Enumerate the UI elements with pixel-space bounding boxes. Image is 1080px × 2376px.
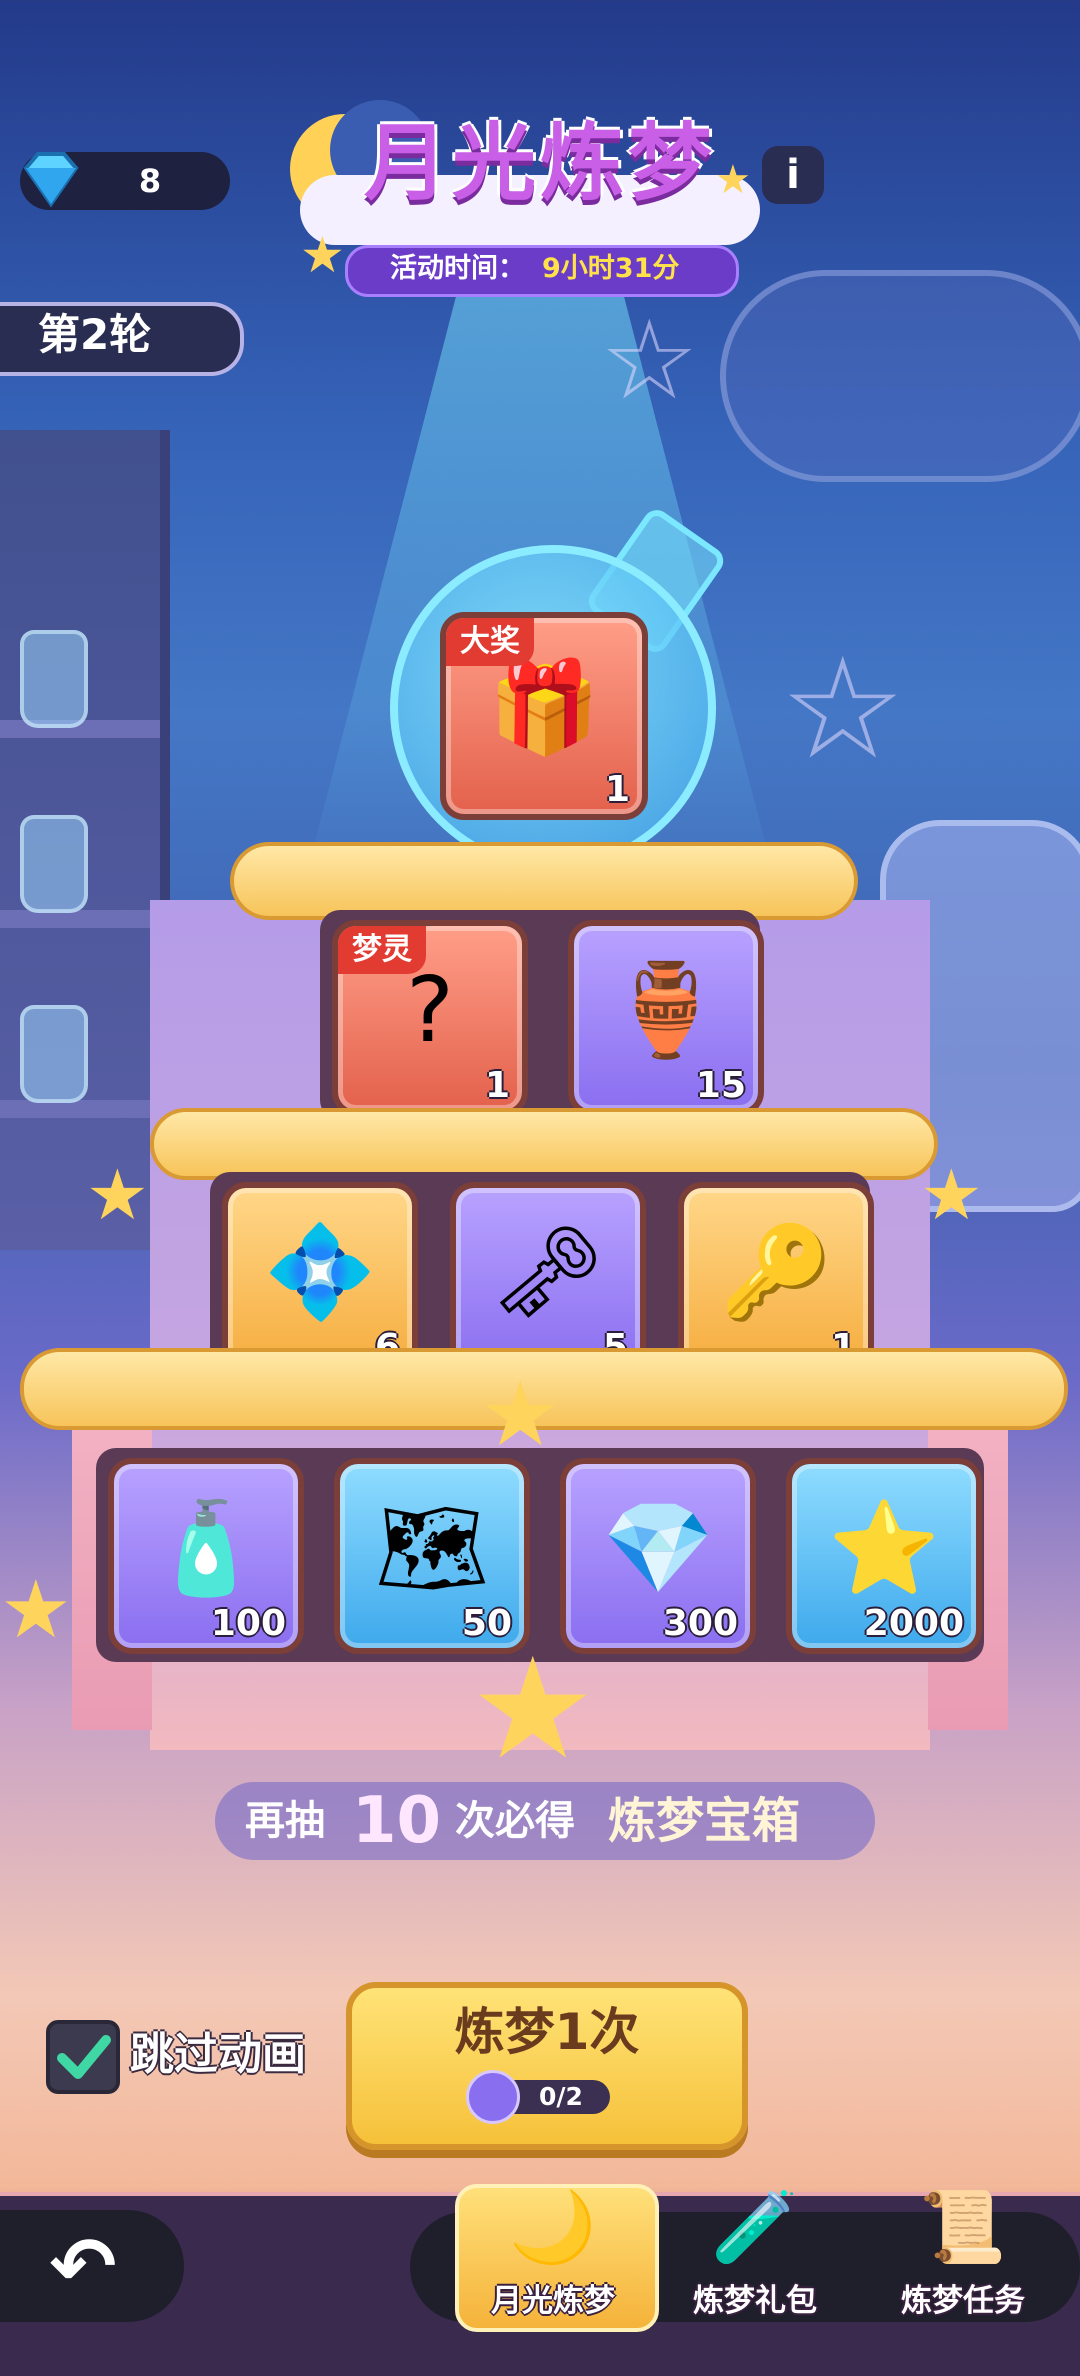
tier-4-row: 🧴 100 🗺 50 💎 300 ⭐ 2000 — [108, 1458, 982, 1654]
diamond-icon — [23, 152, 79, 208]
reward-card[interactable]: 🗺 50 — [334, 1458, 530, 1654]
jar-icon — [20, 1005, 88, 1103]
star-icon: ★ — [300, 226, 345, 284]
tier-2-row: ? 梦灵 1 🏺 15 — [332, 920, 764, 1116]
jar-icon — [20, 815, 88, 913]
round-label: 第2轮 — [38, 310, 152, 359]
time-remaining: 9小时31分 — [542, 253, 680, 284]
shelf-board — [0, 910, 160, 928]
shrine-roof — [150, 1108, 938, 1180]
mystery-box-icon: ? — [406, 957, 454, 1063]
gem-count: 8 — [138, 162, 162, 200]
reward-card[interactable]: ? 梦灵 1 — [332, 920, 528, 1116]
jar-icon — [20, 630, 88, 728]
card-badge: 梦灵 — [338, 926, 426, 974]
purple-key-icon: 🗝 — [490, 1219, 606, 1325]
potion-gift-icon: 🧪 — [711, 2186, 799, 2268]
big-star-icon: ★ — [470, 1628, 596, 1791]
decor-star-icon: ★ — [920, 1154, 983, 1236]
rainbow-bottle-icon: 🧴 — [149, 1495, 263, 1601]
roof-star-icon: ★ — [480, 1362, 561, 1467]
item-qty: 100 — [210, 1603, 286, 1644]
map-icon: 🗺 — [374, 1495, 490, 1601]
spirit-pot-icon: 🏺 — [609, 957, 723, 1063]
gold-coin-icon: ⭐ — [827, 1495, 941, 1601]
item-qty: 15 — [695, 1065, 746, 1106]
guarantee-prefix: 再抽 — [245, 1798, 325, 1844]
reward-card[interactable]: ⭐ 2000 — [786, 1458, 982, 1654]
decor-star-outline-icon: ☆ — [780, 628, 906, 791]
tier-3-row: 💠6🗝5🔑1 — [222, 1182, 874, 1378]
tab-label: 炼梦任务 — [901, 2283, 1025, 2319]
moon-machine-icon: 🌙 — [509, 2186, 597, 2268]
green-crystal-icon: 💎 — [601, 1495, 715, 1601]
info-button[interactable]: i — [762, 146, 824, 204]
event-title: 月光炼梦 — [363, 114, 716, 212]
tab-dream-gift-pack[interactable]: 🧪 炼梦礼包 — [660, 2186, 850, 2326]
shelf-board — [0, 1100, 160, 1118]
dream-token-icon — [466, 2070, 520, 2124]
item-qty: 1 — [484, 1065, 510, 1106]
time-label: 活动时间： — [390, 253, 525, 284]
scroll-task-icon: 📜 — [919, 2186, 1007, 2268]
grand-prize-badge: 大奖 — [446, 618, 534, 666]
checkmark-icon — [57, 2035, 111, 2079]
draw-once-label: 炼梦1次 — [454, 2003, 640, 2061]
shrine-roof — [230, 842, 858, 920]
skip-animation-label[interactable]: 跳过动画 — [130, 2020, 340, 2090]
star-icon: ★ — [715, 157, 751, 203]
tab-label: 炼梦礼包 — [693, 2283, 817, 2319]
decor-star-icon: ★ — [86, 1154, 149, 1236]
tab-dream-tasks[interactable]: 📜 炼梦任务 — [868, 2186, 1058, 2326]
back-arrow-icon: ↶ — [49, 2220, 117, 2313]
reward-card[interactable]: 🏺 15 — [568, 920, 764, 1116]
guarantee-item: 炼梦宝箱 — [608, 1793, 801, 1849]
decor-star-icon: ★ — [0, 1563, 72, 1656]
item-qty: 2000 — [863, 1603, 964, 1644]
grand-prize-card[interactable]: 🎁 大奖 1 — [440, 612, 648, 820]
background-cloud — [720, 270, 1080, 482]
crystal-cube-icon: 💠 — [263, 1219, 377, 1325]
decor-star-outline-icon: ☆ — [600, 296, 699, 424]
reward-card[interactable]: 🧴 100 — [108, 1458, 304, 1654]
guarantee-middle: 次必得 — [455, 1798, 575, 1844]
skip-animation-checkbox[interactable] — [46, 2020, 120, 2094]
tab-moonlight-dream[interactable]: 🌙 月光炼梦 — [458, 2186, 648, 2326]
tab-label: 月光炼梦 — [491, 2283, 615, 2319]
treasure-chest-icon: 🎁 — [487, 655, 601, 761]
reward-card[interactable]: 💎 300 — [560, 1458, 756, 1654]
item-qty: 1 — [604, 769, 630, 810]
star-key-icon: 🔑 — [719, 1219, 833, 1325]
item-qty: 300 — [662, 1603, 738, 1644]
guarantee-count: 10 — [352, 1784, 442, 1858]
draw-cost: 0/2 — [539, 2082, 583, 2111]
